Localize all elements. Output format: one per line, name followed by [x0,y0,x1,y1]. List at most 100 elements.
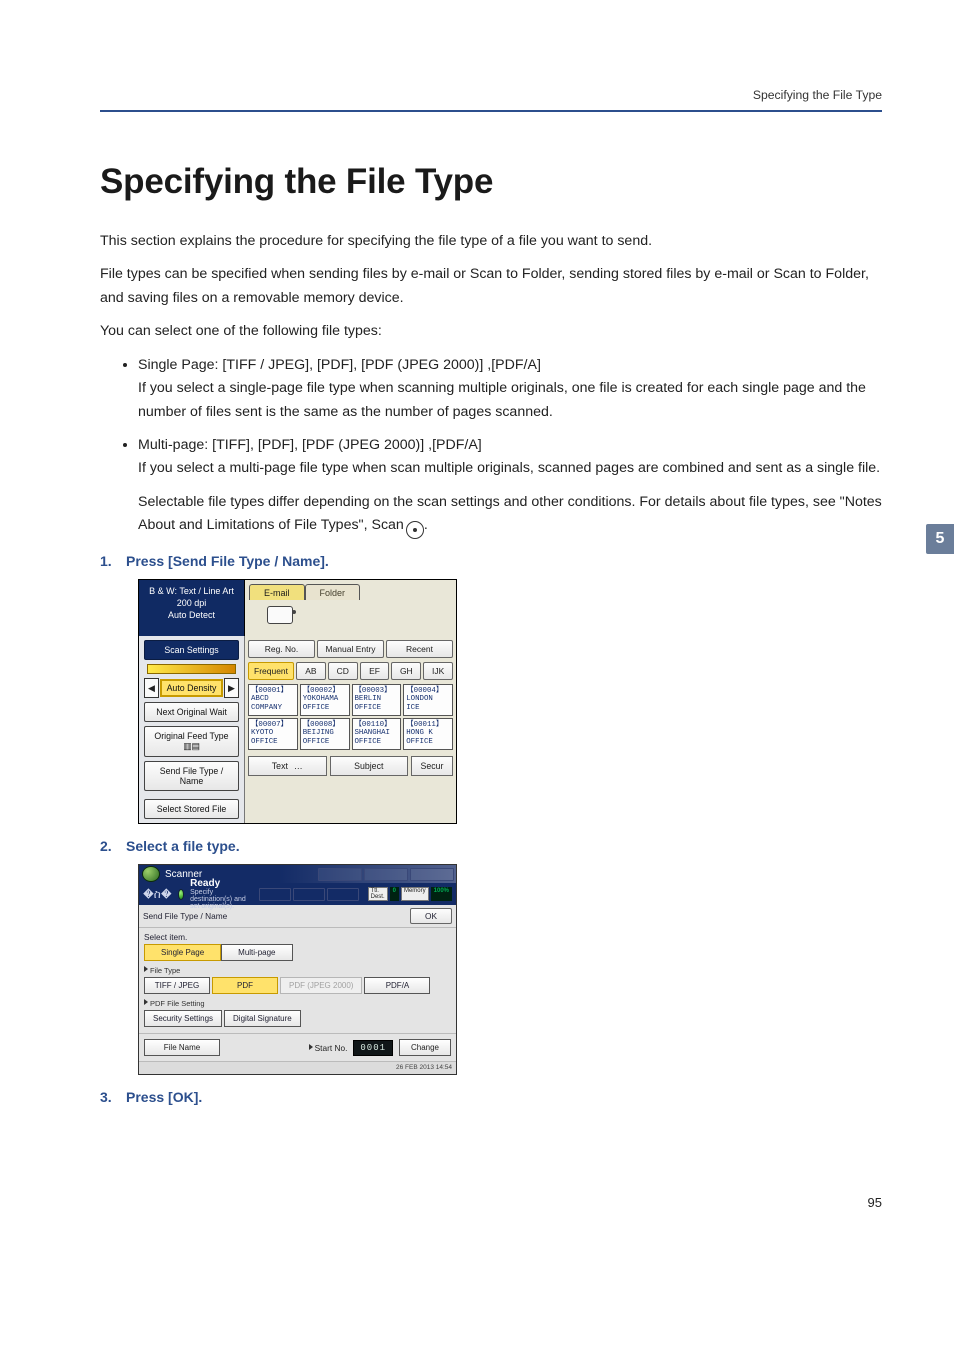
cd-tab[interactable]: CD [328,662,358,680]
auto-density-button[interactable]: Auto Density [160,679,223,697]
dialog-title-bar: Scanner [139,865,456,883]
select-stored-file-button[interactable]: Select Stored File [144,799,239,819]
select-item-label: Select item. [144,932,451,942]
pdf-file-setting-label: PDF File Setting [144,999,451,1008]
scanner-logo-icon [142,866,160,882]
opt-pdf[interactable]: PDF [212,977,278,994]
scan-mode-line1: B & W: Text / Line Art [139,586,244,598]
step-2: 2. Select a file type. [100,838,882,854]
subject-button[interactable]: Subject [330,756,409,776]
start-no-label-text: Start No. [315,1043,348,1053]
text-button[interactable]: Text … [248,756,327,776]
bullet-multi-page-head: Multi-page: [TIFF], [PDF], [PDF (JPEG 20… [138,437,482,453]
dest-3[interactable]: 【00003】 BERLIN OFFICE [352,684,402,716]
dest-2[interactable]: 【00002】 YOKOHAMA OFFICE [300,684,350,716]
ab-tab[interactable]: AB [296,662,326,680]
text-button-ellipsis-icon: … [294,761,303,771]
feed-type-icons: ▥▤ [183,741,200,751]
ready-subtext: Specify destination(s) and set original(… [190,889,253,910]
gh-tab[interactable]: GH [391,662,421,680]
dest-6[interactable]: 【00008】 BEIJING OFFICE [300,718,350,750]
security-button[interactable]: Secur [411,756,453,776]
original-feed-type-label: Original Feed Type [154,731,228,741]
original-feed-type-button[interactable]: Original Feed Type ▥▤ [144,726,239,757]
next-original-wait-button[interactable]: Next Original Wait [144,702,239,722]
multi-page-toggle[interactable]: Multi-page [221,944,292,961]
step-1-number: 1. [100,553,118,569]
scan-mode-line3: Auto Detect [139,610,244,622]
dest-7[interactable]: 【00110】 SHANGHAI OFFICE [352,718,402,750]
step-3-text: Press [OK]. [126,1089,202,1105]
opt-pdf-jpeg2000: PDF (JPEG 2000) [280,977,362,994]
screenshot-file-type-dialog: Scanner �ስ� Ready Specify destination(s)… [138,864,457,1075]
ok-button[interactable]: OK [410,908,452,924]
tab-email[interactable]: E-mail [249,584,305,600]
cd-icon [406,521,424,539]
page-content: Specifying the File Type Specifying the … [0,0,954,1250]
density-left-arrow[interactable]: ◀ [144,678,159,698]
bullet-multi-page-desc-2b: . [424,517,428,533]
screenshot-scan-panel: B & W: Text / Line Art 200 dpi Auto Dete… [138,579,457,824]
bullet-multi-page-desc-2: Selectable file types differ depending o… [138,491,882,539]
dimmed-header-buttons [318,868,456,881]
opt-tiff-jpeg[interactable]: TIFF / JPEG [144,977,210,994]
ready-label: Ready [190,878,253,889]
scan-mode-line2: 200 dpi [139,598,244,610]
memory-gauge: Ttl. Dest. 0 Memory 100% [368,887,452,901]
opt-pdfa[interactable]: PDF/A [364,977,430,994]
file-type-label-text: File Type [150,966,180,975]
file-type-label: File Type [144,966,451,975]
start-no-value: 0001 [353,1040,393,1056]
dest-1[interactable]: 【00001】 ABCD COMPANY [248,684,298,716]
tab-folder[interactable]: Folder [305,584,361,600]
intro-paragraph-2: File types can be specified when sending… [100,263,882,310]
reg-no-button[interactable]: Reg. No. [248,640,315,658]
intro-paragraph-3: You can select one of the following file… [100,320,882,343]
running-header: Specifying the File Type [100,88,882,102]
bullet-multi-page-desc-2a: Selectable file types differ depending o… [138,494,882,533]
bullet-multi-page: Multi-page: [TIFF], [PDF], [PDF (JPEG 20… [138,434,882,539]
density-right-arrow[interactable]: ▶ [224,678,239,698]
opt-digital-signature[interactable]: Digital Signature [224,1010,301,1027]
manual-entry-button[interactable]: Manual Entry [317,640,384,658]
page-title: Specifying the File Type [100,162,882,202]
text-button-label: Text [272,761,288,771]
total-dest-value: 0 [390,887,399,901]
internet-fax-icon[interactable] [267,606,293,624]
freq-tab[interactable]: Frequent [248,662,294,680]
dimmed-sub-buttons [259,888,359,901]
scan-settings-button[interactable]: Scan Settings [144,640,239,660]
pdf-file-setting-label-text: PDF File Setting [150,999,205,1008]
single-page-toggle[interactable]: Single Page [144,944,221,961]
recent-button[interactable]: Recent [386,640,453,658]
step-2-number: 2. [100,838,118,854]
step-1-text: Press [Send File Type / Name]. [126,553,329,569]
send-file-type-name-button[interactable]: Send File Type / Name [144,761,239,791]
scan-mode-display: B & W: Text / Line Art 200 dpi Auto Dete… [139,580,245,636]
ef-tab[interactable]: EF [360,662,390,680]
ready-led-icon [178,889,184,900]
triangle-icon [144,999,148,1005]
bullet-multi-page-desc-1: If you select a multi-page file type whe… [138,457,882,480]
step-3-number: 3. [100,1089,118,1105]
intro-paragraph-1: This section explains the procedure for … [100,230,882,253]
bullet-list: Single Page: [TIFF / JPEG], [PDF], [PDF … [100,354,882,540]
triangle-icon [309,1044,313,1050]
ijk-tab[interactable]: IJK [423,662,453,680]
file-name-button[interactable]: File Name [144,1039,220,1056]
step-3: 3. Press [OK]. [100,1089,882,1105]
start-number-row: File Name Start No. 0001 Change [139,1033,456,1061]
bullet-single-page-desc: If you select a single-page file type wh… [138,377,882,424]
opt-security-settings[interactable]: Security Settings [144,1010,222,1027]
change-button[interactable]: Change [399,1039,451,1056]
dialog-name: Send File Type / Name [143,911,227,921]
step-1: 1. Press [Send File Type / Name]. [100,553,882,569]
network-icon: �ስ� [143,887,172,902]
dialog-header-bar: Send File Type / Name OK [139,905,456,928]
start-no-label: Start No. [309,1043,348,1053]
step-2-text: Select a file type. [126,838,240,854]
header-rule [100,110,882,112]
dest-5[interactable]: 【00007】 KYOTO OFFICE [248,718,298,750]
dest-8[interactable]: 【00011】 HONG K OFFICE [403,718,453,750]
dest-4[interactable]: 【00004】 LONDON ICE [403,684,453,716]
